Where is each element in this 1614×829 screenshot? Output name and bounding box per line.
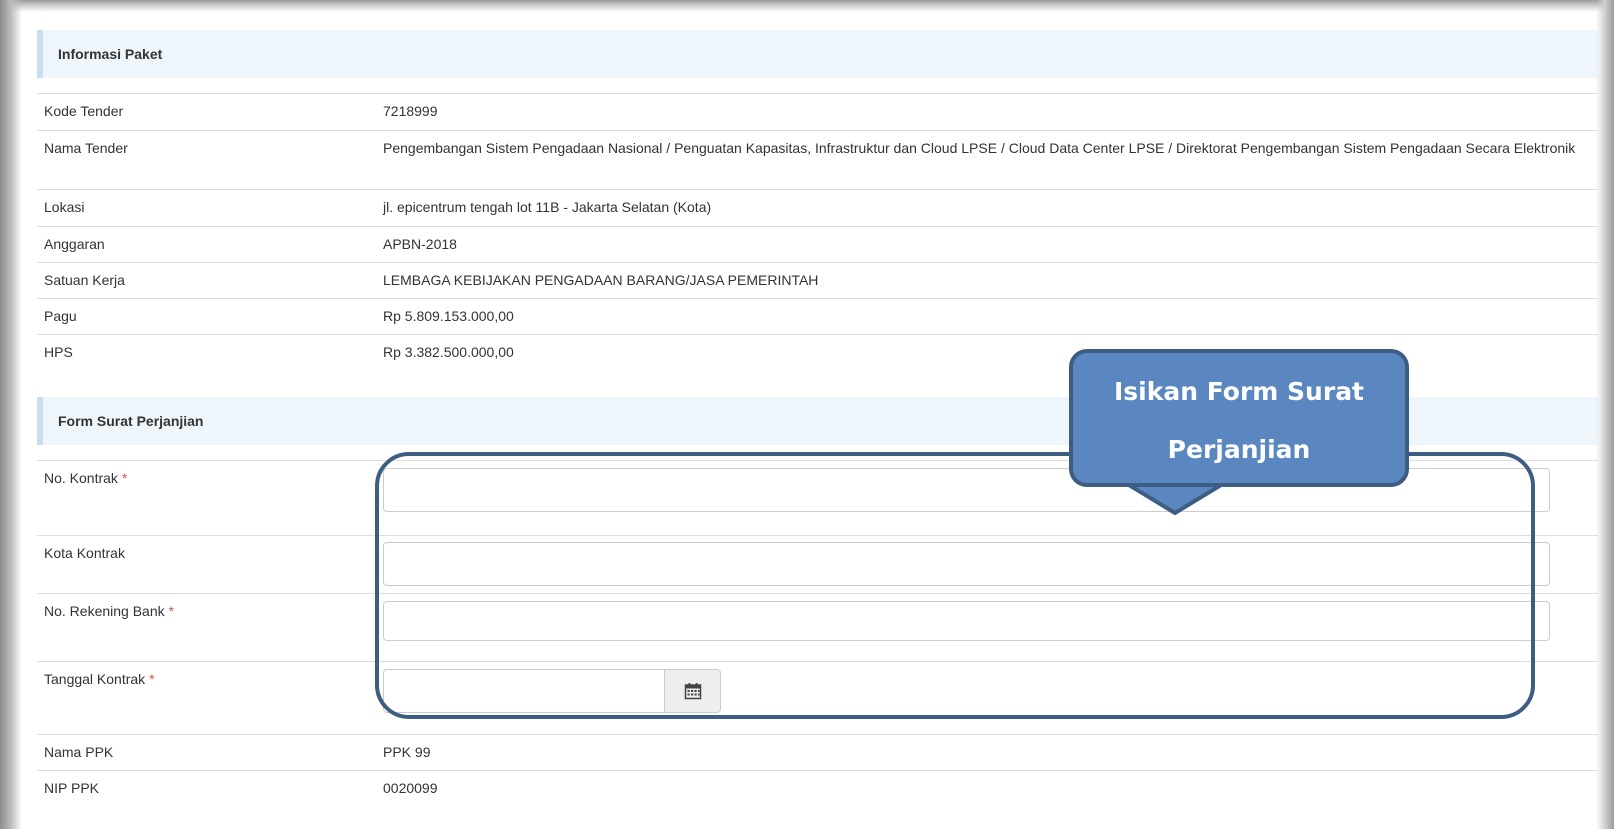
callout-bubble: Isikan Form Surat Perjanjian — [1069, 349, 1409, 487]
field-label: No. Rekening Bank * — [44, 603, 174, 619]
section-title: Informasi Paket — [58, 46, 163, 62]
row-label: Anggaran — [44, 236, 105, 252]
row-value: jl. epicentrum tengah lot 11B - Jakarta … — [383, 199, 712, 215]
page: Informasi Paket Kode Tender 7218999 Nama… — [0, 0, 1614, 829]
required-mark: * — [149, 671, 155, 687]
kota-kontrak-input[interactable] — [383, 542, 1550, 586]
calendar-button[interactable] — [664, 669, 721, 713]
row-label: Nama Tender — [44, 140, 128, 156]
row-value: APBN-2018 — [383, 236, 457, 252]
no-rekening-input[interactable] — [383, 601, 1550, 641]
info-row-kode-tender: Kode Tender 7218999 — [37, 93, 1598, 130]
row-value: 0020099 — [383, 780, 438, 796]
row-value: LEMBAGA KEBIJAKAN PENGADAAN BARANG/JASA … — [383, 272, 819, 288]
window-shadow-left — [0, 0, 22, 829]
window-shadow-right — [1596, 0, 1614, 829]
info-row-nama-tender: Nama Tender Pengembangan Sistem Pengadaa… — [37, 130, 1598, 189]
callout-line-2: Perjanjian — [1167, 435, 1311, 464]
info-row-lokasi: Lokasi jl. epicentrum tengah lot 11B - J… — [37, 189, 1598, 226]
row-value: Pengembangan Sistem Pengadaan Nasional /… — [383, 140, 1576, 156]
calendar-icon — [684, 683, 701, 700]
row-label: Pagu — [44, 308, 77, 324]
required-mark: * — [168, 603, 174, 619]
info-row-pagu: Pagu Rp 5.809.153.000,00 — [37, 298, 1598, 334]
callout-tail — [1122, 482, 1228, 515]
field-label: No. Kontrak * — [44, 470, 127, 486]
row-label: NIP PPK — [44, 780, 99, 796]
row-label: Satuan Kerja — [44, 272, 125, 288]
info-row-satuan-kerja: Satuan Kerja LEMBAGA KEBIJAKAN PENGADAAN… — [37, 262, 1598, 298]
section-informasi-paket: Informasi Paket — [37, 30, 1598, 78]
kota-kontrak-label: Kota Kontrak — [44, 545, 125, 561]
ppk-row-nip: NIP PPK 0020099 — [37, 770, 1598, 810]
info-row-anggaran: Anggaran APBN-2018 — [37, 226, 1598, 262]
section-title: Form Surat Perjanjian — [58, 413, 204, 429]
row-label: Nama PPK — [44, 744, 114, 760]
row-label: HPS — [44, 344, 73, 360]
required-mark: * — [121, 470, 128, 486]
row-value: PPK 99 — [383, 744, 431, 760]
tanggal-kontrak-label: Tanggal Kontrak — [44, 671, 146, 687]
tanggal-kontrak-input[interactable] — [383, 669, 665, 713]
no-kontrak-label: No. Kontrak — [44, 470, 118, 486]
row-label: Lokasi — [44, 199, 85, 215]
row-value: Rp 3.382.500.000,00 — [383, 344, 514, 360]
no-rekening-label: No. Rekening Bank — [44, 603, 165, 619]
row-label: Kode Tender — [44, 103, 124, 119]
ppk-row-nama: Nama PPK PPK 99 — [37, 734, 1598, 770]
form-row-tanggal-kontrak: Tanggal Kontrak * — [37, 661, 1598, 734]
window-shadow-top — [0, 0, 1614, 12]
row-value: Rp 5.809.153.000,00 — [383, 308, 514, 324]
row-value: 7218999 — [383, 103, 438, 119]
field-label: Tanggal Kontrak * — [44, 671, 155, 687]
callout-line-1: Isikan Form Surat — [1113, 377, 1365, 406]
